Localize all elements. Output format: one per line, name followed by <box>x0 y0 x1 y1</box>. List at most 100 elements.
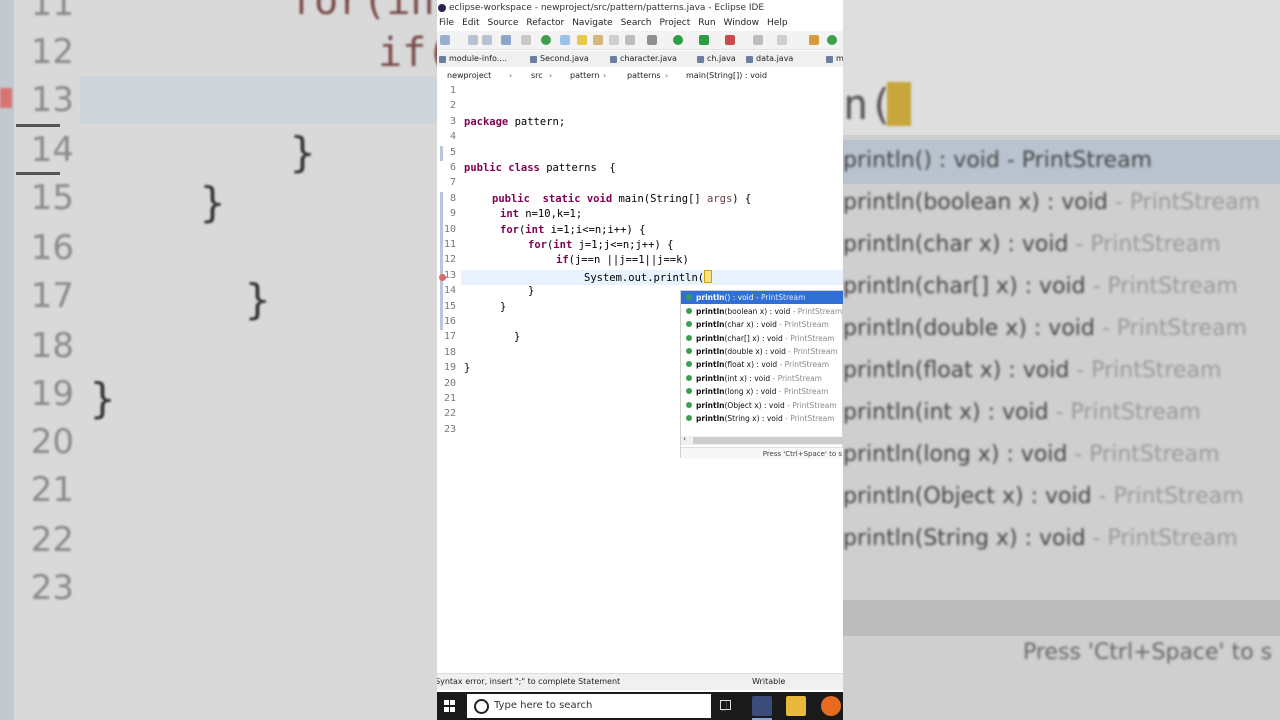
run-icon[interactable] <box>673 35 683 45</box>
code-text: i=1;i<=n;i++) { <box>544 224 646 236</box>
code-line-19: } <box>464 362 471 374</box>
open-type-icon[interactable] <box>777 35 787 45</box>
save-all-icon[interactable] <box>482 35 492 45</box>
block-selection-icon[interactable] <box>609 35 619 45</box>
menu-project[interactable]: Project <box>659 16 690 30</box>
skip-breakpoints-icon[interactable] <box>521 35 531 45</box>
line-number: 23 <box>443 424 456 435</box>
tab-data-java[interactable]: data.java <box>744 51 793 67</box>
code-text: main(String[] <box>612 193 707 205</box>
line-number: 19 <box>443 362 456 373</box>
line-number: 22 <box>443 408 456 419</box>
eclipse-taskbar-icon[interactable] <box>752 696 772 716</box>
chevron-left-icon[interactable]: ‹ <box>683 434 686 443</box>
eclipse-icon <box>438 4 446 12</box>
keyword: if <box>556 254 569 266</box>
assist-proposal[interactable]: println(Object x) : void - PrintStream <box>681 399 843 412</box>
debug-icon[interactable] <box>541 35 551 45</box>
terminal-icon[interactable] <box>501 35 511 45</box>
refresh-icon[interactable] <box>827 35 837 45</box>
code-line-14: } <box>528 285 535 297</box>
proposal-label: println(char x) : void - PrintStream <box>696 320 829 329</box>
assist-proposal[interactable]: println(int x) : void - PrintStream <box>681 372 843 385</box>
horizontal-scrollbar[interactable]: ‹ <box>681 434 843 445</box>
code-line-9: int n=10,k=1; <box>500 208 582 220</box>
tab-ch-java[interactable]: ch.java <box>695 51 736 67</box>
firefox-icon[interactable] <box>821 696 841 716</box>
breadcrumb-method[interactable]: main(String[]) : void <box>686 68 767 83</box>
method-icon <box>686 388 692 394</box>
file-explorer-icon[interactable] <box>786 696 806 716</box>
tab-label: data.java <box>756 54 794 63</box>
external-tools-icon[interactable] <box>725 35 735 45</box>
scrollbar-thumb[interactable] <box>693 437 843 444</box>
tab-second-java[interactable]: Second.java <box>528 51 589 67</box>
assist-proposal[interactable]: println(char x) : void - PrintStream <box>681 318 843 331</box>
proposal-label: println(String x) : void - PrintStream <box>696 414 835 423</box>
assist-proposal[interactable]: println(String x) : void - PrintStream <box>681 412 843 425</box>
assist-proposal[interactable]: println(float x) : void - PrintStream <box>681 358 843 371</box>
task-view-icon[interactable] <box>720 700 731 710</box>
method-icon <box>686 294 692 300</box>
menu-source[interactable]: Source <box>488 16 519 30</box>
background-proposal: println(int x) : void - PrintStream <box>843 400 1201 425</box>
background-hint: Press 'Ctrl+Space' to s <box>1023 640 1273 665</box>
keyword: int <box>525 224 545 236</box>
background-line-number: 13 <box>30 80 74 120</box>
background-code: n( <box>843 80 894 129</box>
breadcrumb-class[interactable]: patterns <box>627 68 661 83</box>
windows-start-icon[interactable] <box>444 700 456 712</box>
assist-proposal[interactable]: println(char[] x) : void - PrintStream <box>681 332 843 345</box>
line-number: 4 <box>449 131 456 142</box>
breadcrumb-project[interactable]: newproject <box>447 68 491 83</box>
menu-window[interactable]: Window <box>724 16 760 30</box>
code-line-15: } <box>500 301 507 313</box>
tab-more[interactable]: m <box>824 51 843 67</box>
menu-navigate[interactable]: Navigate <box>572 16 612 30</box>
line-number: 15 <box>443 301 456 312</box>
annotation-icon[interactable] <box>593 35 603 45</box>
background-proposal: println(boolean x) : void - PrintStream <box>843 190 1260 215</box>
background-right-zoom: n( println() : void - PrintStream printl… <box>843 0 1280 720</box>
new-icon[interactable] <box>440 35 450 45</box>
assist-proposal[interactable]: println(long x) : void - PrintStream <box>681 385 843 398</box>
line-number: 16 <box>443 316 456 327</box>
save-icon[interactable] <box>468 35 478 45</box>
tab-character-java[interactable]: character.java <box>608 51 677 67</box>
assist-hint: Press 'Ctrl+Space' to s <box>681 447 843 459</box>
assist-proposal[interactable]: println(boolean x) : void - PrintStream <box>681 305 843 318</box>
breadcrumb-src[interactable]: src <box>531 68 543 83</box>
background-proposal: println(char[] x) : void - PrintStream <box>843 274 1238 299</box>
background-brace: } <box>245 275 271 324</box>
menu-edit[interactable]: Edit <box>462 16 479 30</box>
menu-search[interactable]: Search <box>621 16 652 30</box>
menu-refactor[interactable]: Refactor <box>526 16 564 30</box>
search-icon[interactable] <box>809 35 819 45</box>
show-whitespace-icon[interactable] <box>625 35 635 45</box>
line-number: 2 <box>449 100 456 111</box>
assist-proposal[interactable]: println() : void - PrintStream <box>681 291 843 304</box>
assist-proposal[interactable]: println(double x) : void - PrintStream <box>681 345 843 358</box>
keyword: for <box>500 224 519 236</box>
background-brace: } <box>290 128 316 177</box>
taskbar-search-box[interactable]: Type here to search <box>467 694 727 718</box>
highlight-icon[interactable] <box>577 35 587 45</box>
method-icon <box>686 402 692 408</box>
breadcrumb-package[interactable]: pattern <box>570 68 599 83</box>
background-gutter <box>0 0 14 720</box>
mark-occurrences-icon[interactable] <box>560 35 570 45</box>
background-line-number: 20 <box>30 422 74 462</box>
taskbar: Type here to search <box>437 692 843 720</box>
code-text: patterns { <box>539 162 616 174</box>
code-text: System.out.println( <box>584 272 705 284</box>
tab-module-info[interactable]: module-info.... <box>437 51 507 67</box>
gear-icon[interactable] <box>647 35 657 45</box>
menu-help[interactable]: Help <box>767 16 788 30</box>
menu-run[interactable]: Run <box>698 16 715 30</box>
menu-file[interactable]: File <box>439 16 454 30</box>
new-java-class-icon[interactable] <box>753 35 763 45</box>
line-number: 12 <box>443 254 456 265</box>
background-proposal: println() : void - PrintStream <box>843 148 1152 173</box>
coverage-icon[interactable] <box>699 35 709 45</box>
proposal-label: println(double x) : void - PrintStream <box>696 347 838 356</box>
